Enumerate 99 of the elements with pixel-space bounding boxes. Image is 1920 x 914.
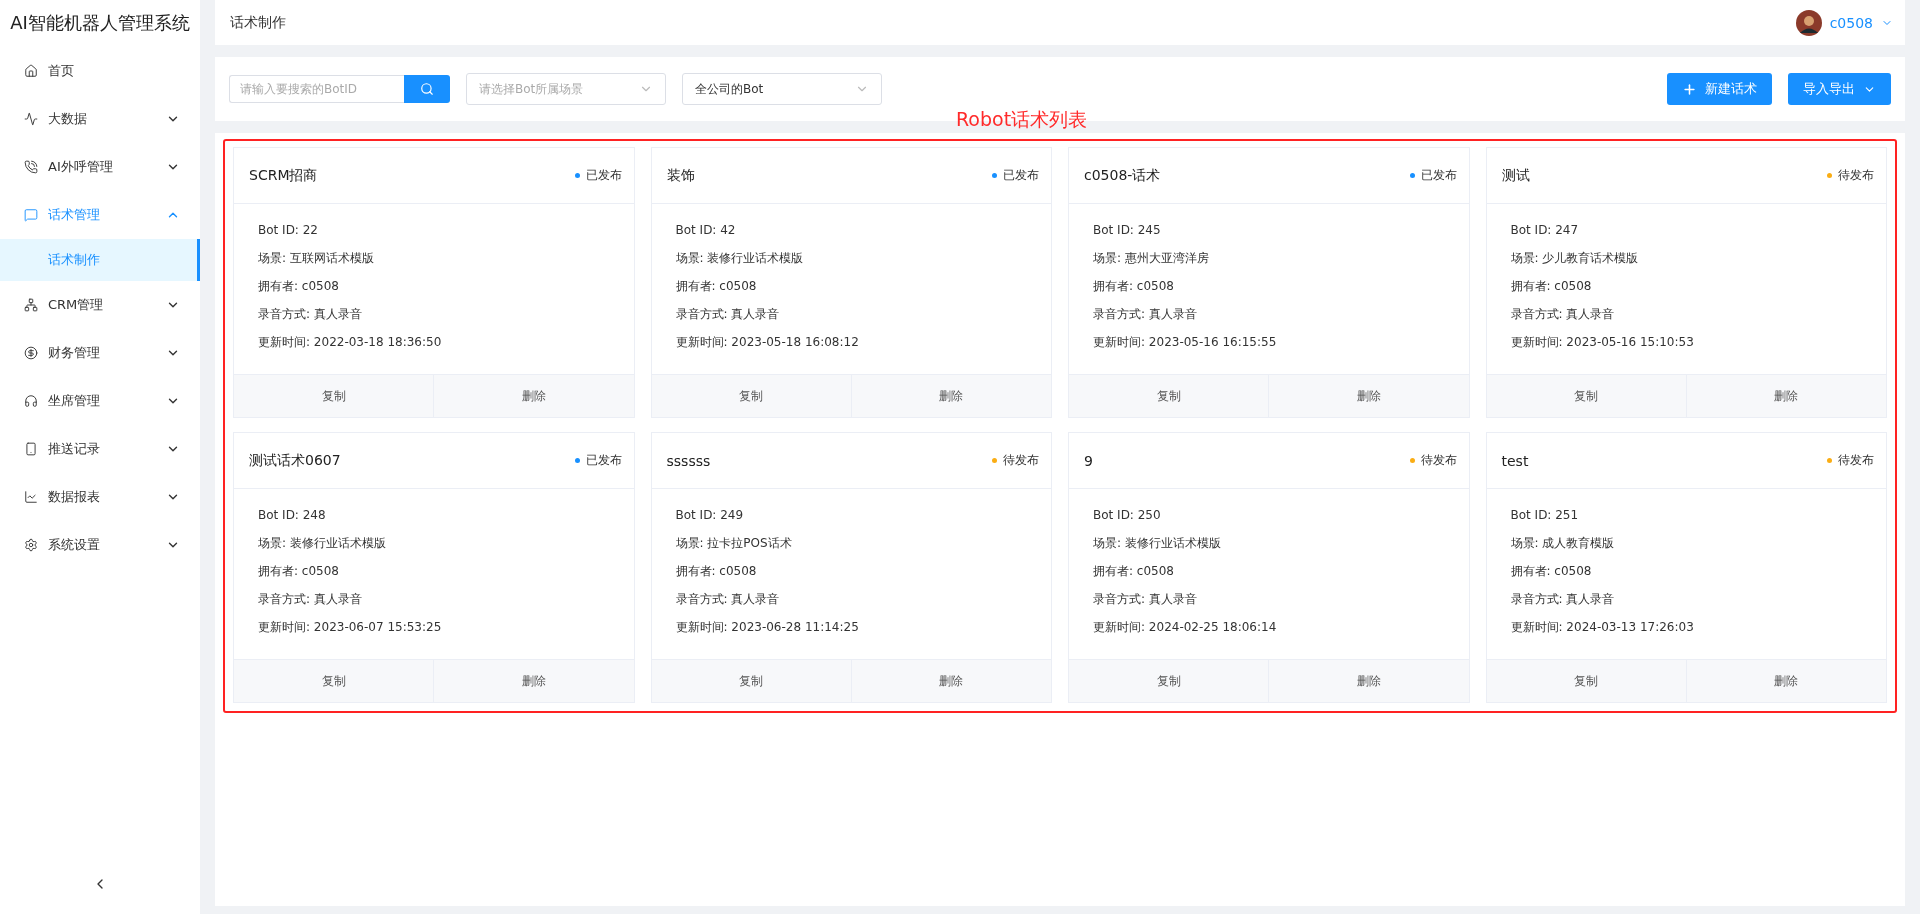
search-field[interactable]: 请输入要搜索的BotID xyxy=(229,75,404,103)
settings-icon xyxy=(24,538,38,552)
status-label: 已发布 xyxy=(1003,167,1039,184)
app-title: AI智能机器人管理系统 xyxy=(9,10,191,35)
card-field: Bot ID: 250 xyxy=(1093,501,1445,529)
card-title: 9 xyxy=(1084,452,1093,469)
card-field: 更新时间: 2023-05-16 16:15:55 xyxy=(1093,328,1445,356)
card-title: 测试话术0607 xyxy=(249,451,341,470)
line-chart-icon xyxy=(24,490,38,504)
annotation-label: Robot话术列表 xyxy=(956,107,1088,132)
card-field: 拥有者: c0508 xyxy=(258,272,610,300)
card-field: 拥有者: c0508 xyxy=(675,272,1027,300)
card-title: 测试 xyxy=(1501,166,1530,185)
avatar-icon[interactable] xyxy=(1795,9,1822,36)
card-field: 拥有者: c0508 xyxy=(675,557,1027,585)
card-field: 场景: 装修行业话术模版 xyxy=(258,529,610,557)
search-icon xyxy=(420,82,434,96)
menu-item[interactable]: AI外呼管理 xyxy=(0,143,200,191)
status-label: 待发布 xyxy=(1003,452,1039,469)
card-field: 拥有者: c0508 xyxy=(1093,557,1445,585)
card-field: 场景: 惠州大亚湾洋房 xyxy=(1093,244,1445,272)
menu-item[interactable]: 财务管理 xyxy=(0,329,200,377)
delete-button[interactable]: 删除 xyxy=(851,375,1051,417)
card-field: 更新时间: 2024-02-25 18:06:14 xyxy=(1093,613,1445,641)
card-field: 录音方式: 真人录音 xyxy=(258,300,610,328)
card-field: 更新时间: 2023-06-07 15:53:25 xyxy=(258,613,610,641)
coin-icon xyxy=(24,346,38,360)
delete-button[interactable]: 删除 xyxy=(434,375,634,417)
card-field: Bot ID: 249 xyxy=(675,501,1027,529)
card-field: 场景: 装修行业话术模版 xyxy=(1093,529,1445,557)
card-field: Bot ID: 245 xyxy=(1093,216,1445,244)
card-field: 录音方式: 真人录音 xyxy=(1510,300,1862,328)
delete-button[interactable]: 删除 xyxy=(1269,660,1469,702)
menu-item[interactable]: 系统设置 xyxy=(0,521,200,569)
menu-item[interactable]: 首页 xyxy=(0,47,200,95)
card-field: 录音方式: 真人录音 xyxy=(1093,585,1445,613)
delete-button[interactable]: 删除 xyxy=(1686,660,1886,702)
card-field: Bot ID: 247 xyxy=(1510,216,1862,244)
headset-icon xyxy=(24,394,38,408)
mobile-icon xyxy=(24,442,38,456)
copy-button[interactable]: 复制 xyxy=(234,660,435,702)
copy-button[interactable]: 复制 xyxy=(1486,660,1687,702)
status-label: 已发布 xyxy=(585,167,622,184)
card-field: Bot ID: 42 xyxy=(675,216,1027,244)
status-label: 待发布 xyxy=(1838,452,1874,469)
card-field: 更新时间: 2024-03-13 17:26:03 xyxy=(1510,613,1862,641)
card-field: Bot ID: 22 xyxy=(258,216,610,244)
card-field: 拥有者: c0508 xyxy=(1093,272,1445,300)
card-field: 场景: 少儿教育话术模版 xyxy=(1510,244,1862,272)
card-title: c0508-话术 xyxy=(1084,166,1161,185)
card-field: 场景: 成人教育模版 xyxy=(1510,529,1862,557)
card-field: 拥有者: c0508 xyxy=(258,557,610,585)
menu-item[interactable]: 大数据 xyxy=(0,95,200,143)
delete-button[interactable]: 删除 xyxy=(851,660,1051,702)
card-title: SCRM招商 xyxy=(249,166,318,185)
card-field: 场景: 拉卡拉POS话术 xyxy=(675,529,1027,557)
status-label: 待发布 xyxy=(1838,167,1874,184)
card-field: 更新时间: 2023-05-18 16:08:12 xyxy=(675,328,1027,356)
copy-button[interactable]: 复制 xyxy=(651,375,852,417)
card-field: 拥有者: c0508 xyxy=(1510,272,1862,300)
card-field: 更新时间: 2023-05-16 15:10:53 xyxy=(1510,328,1862,356)
copy-button[interactable]: 复制 xyxy=(651,660,852,702)
card-title: ssssss xyxy=(666,452,711,469)
hierarchy-icon xyxy=(24,298,38,312)
card-field: 录音方式: 真人录音 xyxy=(675,300,1027,328)
delete-button[interactable]: 删除 xyxy=(1269,375,1469,417)
menu-item[interactable]: 数据报表 xyxy=(0,473,200,521)
menu-item[interactable]: 推送记录 xyxy=(0,425,200,473)
card-field: 录音方式: 真人录音 xyxy=(1510,585,1862,613)
copy-button[interactable]: 复制 xyxy=(1069,375,1270,417)
status-label: 待发布 xyxy=(1420,452,1457,469)
plus-icon xyxy=(1682,81,1697,97)
home-icon xyxy=(24,64,38,78)
pulse-icon xyxy=(24,112,38,126)
card-field: 拥有者: c0508 xyxy=(1510,557,1862,585)
menu-item[interactable]: 坐席管理 xyxy=(0,377,200,425)
copy-button[interactable]: 复制 xyxy=(1486,375,1687,417)
card-title: 装饰 xyxy=(666,166,695,185)
delete-button[interactable]: 删除 xyxy=(434,660,634,702)
card-title: test xyxy=(1501,452,1529,469)
copy-button[interactable]: 复制 xyxy=(234,375,435,417)
breadcrumb: 话术制作 xyxy=(230,13,286,32)
phone-icon xyxy=(24,160,38,174)
status-label: 已发布 xyxy=(1420,167,1457,184)
delete-button[interactable]: 删除 xyxy=(1686,375,1886,417)
card-field: 场景: 互联网话术模版 xyxy=(258,244,610,272)
message-icon xyxy=(24,208,38,222)
card-field: Bot ID: 248 xyxy=(258,501,610,529)
copy-button[interactable]: 复制 xyxy=(1069,660,1270,702)
scope-select[interactable]: 全公司的Bot xyxy=(682,73,882,105)
card-field: 场景: 装修行业话术模版 xyxy=(675,244,1027,272)
card-field: Bot ID: 251 xyxy=(1510,501,1862,529)
card-field: 更新时间: 2023-06-28 11:14:25 xyxy=(675,613,1027,641)
status-label: 已发布 xyxy=(585,452,622,469)
card-field: 更新时间: 2022-03-18 18:36:50 xyxy=(258,328,610,356)
card-field: 录音方式: 真人录音 xyxy=(258,585,610,613)
menu-item[interactable]: CRM管理 xyxy=(0,281,200,329)
card-field: 录音方式: 真人录音 xyxy=(1093,300,1445,328)
card-field: 录音方式: 真人录音 xyxy=(675,585,1027,613)
